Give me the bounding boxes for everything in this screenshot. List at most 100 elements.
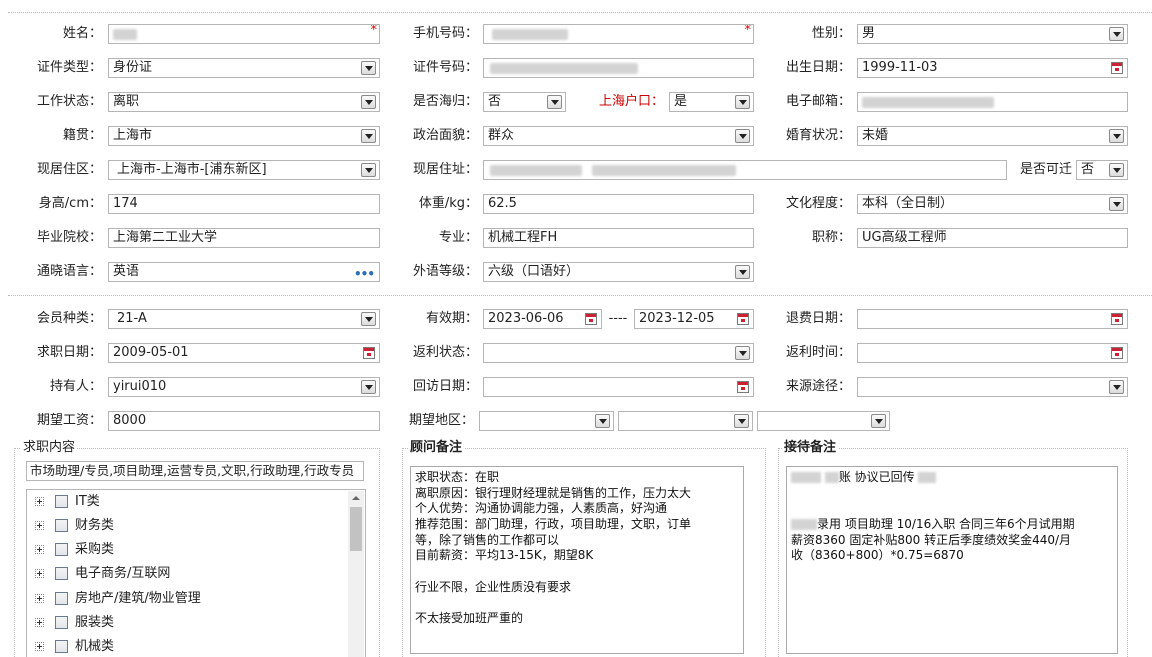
job-category-tree[interactable]: IT类 财务类 采购类 电子商务/互联网 房地产/建筑/物业管理 服装类 机械类 — [26, 489, 366, 657]
revisit-date-field[interactable] — [483, 377, 754, 397]
holder-value: yirui010 — [113, 379, 167, 394]
title-label: 职称： — [811, 230, 851, 245]
chevron-down-icon[interactable] — [1109, 380, 1124, 394]
school-value: 上海第二工业大学 — [113, 230, 218, 245]
address-field[interactable] — [483, 160, 1007, 180]
expand-icon[interactable] — [35, 569, 44, 578]
region-select-1[interactable] — [479, 411, 614, 431]
job-content-summary[interactable]: 市场助理/专员,项目助理,运营专员,文职,行政助理,行政专员 — [26, 461, 364, 481]
workstatus-select[interactable]: 离职 — [108, 92, 380, 112]
major-field[interactable]: 机械工程FH — [483, 228, 754, 248]
residence-area-select[interactable]: 上海市-上海市-[浦东新区] — [108, 160, 380, 180]
weight-field[interactable]: 62.5 — [483, 194, 754, 214]
chevron-down-icon[interactable] — [735, 129, 750, 143]
gender-select[interactable]: 男 — [857, 24, 1128, 44]
language-label: 通晓语言： — [36, 264, 102, 279]
checkbox[interactable] — [55, 592, 68, 605]
height-field[interactable]: 174 — [108, 194, 380, 214]
chevron-down-icon[interactable] — [871, 414, 886, 428]
advisor-notes-textarea[interactable]: 求职状态：在职 离职原因：银行理财经理就是销售的工作，压力太大 个人优势：沟通协… — [410, 466, 744, 654]
birth-date-field[interactable]: 1999-11-03 — [857, 58, 1128, 78]
chevron-down-icon[interactable] — [595, 414, 610, 428]
checkbox[interactable] — [55, 519, 68, 532]
language-field[interactable]: 英语 ••• — [108, 262, 380, 282]
scroll-up-icon[interactable] — [348, 491, 364, 505]
checkbox[interactable] — [55, 640, 68, 653]
valid-from-field[interactable]: 2023-06-06 — [483, 309, 602, 329]
relocate-select[interactable]: 否 — [1076, 160, 1128, 180]
region-select-2[interactable] — [618, 411, 753, 431]
chevron-down-icon[interactable] — [735, 346, 750, 360]
revisit-label: 回访日期： — [412, 379, 478, 394]
valid-to-field[interactable]: 2023-12-05 — [634, 309, 754, 329]
chevron-down-icon[interactable] — [735, 265, 750, 279]
calendar-icon[interactable] — [363, 347, 375, 359]
expand-icon[interactable] — [35, 545, 44, 554]
residence-area-value: 上海市-上海市-[浦东新区] — [117, 162, 267, 177]
holder-select[interactable]: yirui010 — [108, 377, 380, 397]
chevron-down-icon[interactable] — [361, 380, 376, 394]
expand-icon[interactable] — [35, 521, 44, 530]
idtype-value: 身份证 — [113, 60, 153, 75]
birth-value: 1999-11-03 — [862, 60, 938, 75]
holder-label: 持有人： — [49, 379, 102, 394]
chevron-down-icon[interactable] — [735, 95, 750, 109]
calendar-icon[interactable] — [737, 313, 749, 325]
email-field[interactable] — [857, 92, 1128, 112]
shhukou-select[interactable]: 是 — [669, 92, 754, 112]
checkbox[interactable] — [55, 495, 68, 508]
chevron-down-icon[interactable] — [547, 95, 562, 109]
idno-field[interactable] — [483, 58, 754, 78]
salary-field[interactable]: 8000 — [108, 411, 380, 431]
calendar-icon[interactable] — [1111, 347, 1123, 359]
calendar-icon[interactable] — [1111, 313, 1123, 325]
chevron-down-icon[interactable] — [361, 129, 376, 143]
tree-scrollbar[interactable] — [348, 491, 364, 657]
chevron-down-icon[interactable] — [1109, 163, 1124, 177]
rebate-status-select[interactable] — [483, 343, 754, 363]
chevron-down-icon[interactable] — [1109, 27, 1124, 41]
member-type-select[interactable]: 21-A — [108, 309, 380, 329]
checkbox[interactable] — [55, 543, 68, 556]
marital-select[interactable]: 未婚 — [857, 126, 1128, 146]
chevron-down-icon[interactable] — [361, 312, 376, 326]
political-select[interactable]: 群众 — [483, 126, 754, 146]
chevron-down-icon[interactable] — [361, 61, 376, 75]
more-icon[interactable]: ••• — [354, 265, 375, 281]
native-select[interactable]: 上海市 — [108, 126, 380, 146]
job-date-field[interactable]: 2009-05-01 — [108, 343, 380, 363]
scroll-thumb[interactable] — [350, 507, 362, 551]
member-type-value: 21-A — [117, 311, 147, 326]
expand-icon[interactable] — [35, 618, 44, 627]
chevron-down-icon[interactable] — [361, 95, 376, 109]
refund-date-field[interactable] — [857, 309, 1128, 329]
job-content-summary-text: 市场助理/专员,项目助理,运营专员,文职,行政助理,行政专员 — [30, 463, 355, 478]
name-field[interactable]: * — [108, 24, 380, 44]
phone-field[interactable]: * — [483, 24, 754, 44]
idtype-select[interactable]: 身份证 — [108, 58, 380, 78]
region-select-3[interactable] — [757, 411, 890, 431]
expand-icon[interactable] — [35, 642, 44, 651]
checkbox[interactable] — [55, 616, 68, 629]
expand-icon[interactable] — [35, 497, 44, 506]
reception-notes-textarea[interactable]: 账 协议已回传 录用 项目助理 10/16入职 合同三年6个月试用期 薪资836… — [786, 466, 1118, 654]
rebate-time-field[interactable] — [857, 343, 1128, 363]
chevron-down-icon[interactable] — [361, 163, 376, 177]
returnee-select[interactable]: 否 — [483, 92, 566, 112]
chevron-down-icon[interactable] — [1109, 197, 1124, 211]
chevron-down-icon[interactable] — [734, 414, 749, 428]
chevron-down-icon[interactable] — [1109, 129, 1124, 143]
education-select[interactable]: 本科（全日制） — [857, 194, 1128, 214]
calendar-icon[interactable] — [585, 313, 597, 325]
title-field[interactable]: UG高级工程师 — [857, 228, 1128, 248]
fl-level-select[interactable]: 六级（口语好） — [483, 262, 754, 282]
tree-node-label: 房地产/建筑/物业管理 — [75, 591, 201, 606]
expand-icon[interactable] — [35, 594, 44, 603]
calendar-icon[interactable] — [1111, 62, 1123, 74]
calendar-icon[interactable] — [737, 381, 749, 393]
school-field[interactable]: 上海第二工业大学 — [108, 228, 380, 248]
tree-node-label: 电子商务/互联网 — [75, 566, 171, 581]
redacted-value — [592, 165, 736, 176]
source-select[interactable] — [857, 377, 1128, 397]
checkbox[interactable] — [55, 567, 68, 580]
